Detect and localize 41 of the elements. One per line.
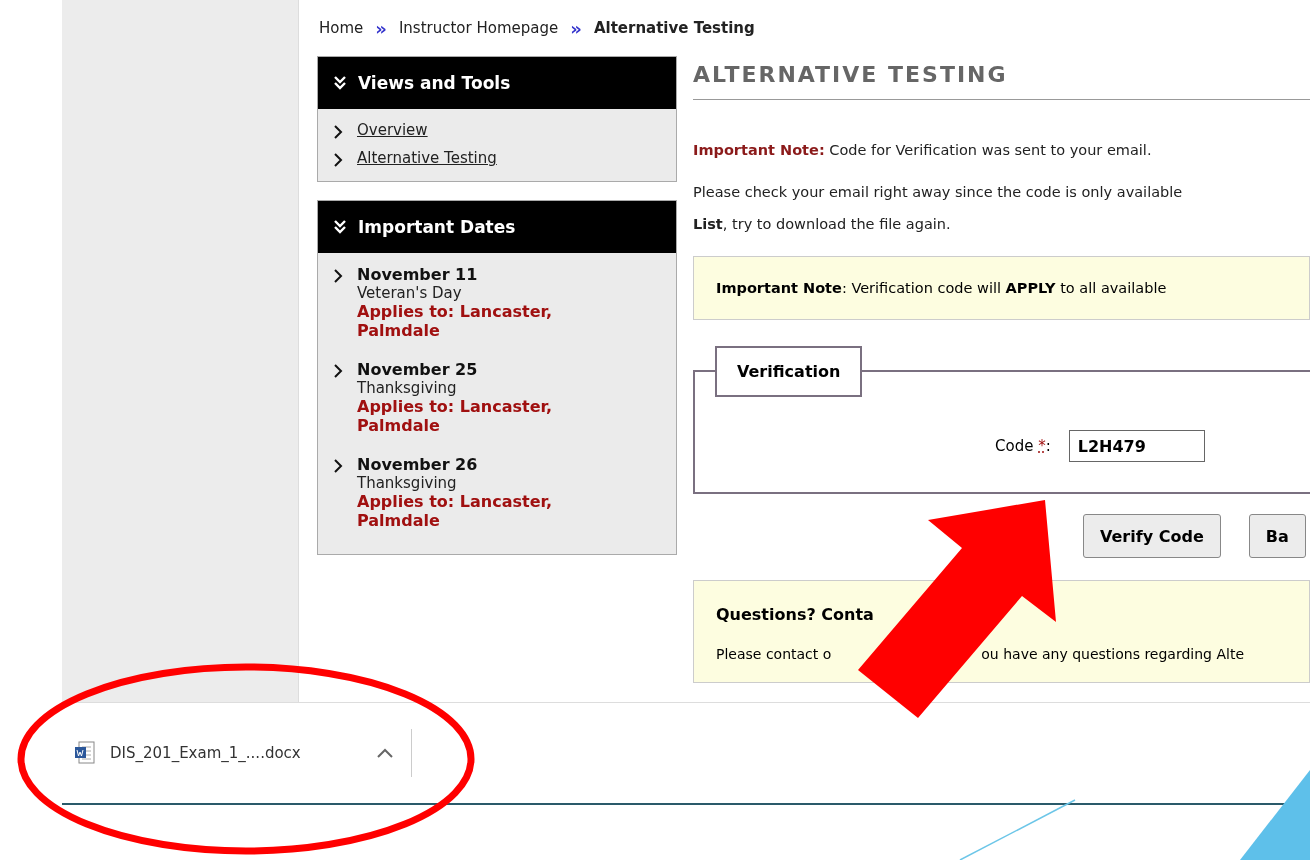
- instructions-text: Please check your email right away since the code is only available List, try to download the file again.: [693, 183, 1184, 234]
- breadcrumb-link[interactable]: Instructor Homepage: [398, 19, 559, 37]
- sidebar-link[interactable]: Overview: [357, 121, 428, 139]
- double-chevron-icon: [334, 76, 346, 90]
- chevron-icon: [334, 125, 343, 139]
- breadcrumb-link[interactable]: Home: [319, 19, 364, 37]
- date-event: Veteran's Day: [357, 284, 463, 302]
- breadcrumb-separator: »: [375, 17, 387, 39]
- contact-heading: Questions? Conta: [716, 605, 875, 624]
- download-item[interactable]: DIS_201_Exam_1_....docx: [62, 729, 412, 778]
- chevron-icon: [334, 364, 343, 378]
- chevron-icon: [334, 459, 343, 473]
- double-chevron-icon: [334, 220, 346, 234]
- date-campuses: Applies to: Lancaster, Palmdale: [357, 492, 554, 530]
- date-event: Thanksgiving: [357, 379, 458, 397]
- document-icon: [74, 741, 96, 766]
- breadcrumb-link[interactable]: Alternative Testing: [593, 19, 755, 37]
- code-label: Code *:: [995, 437, 1051, 455]
- contact-text: Please contact o: [716, 646, 832, 662]
- form-button[interactable]: Verify Code: [1083, 514, 1221, 558]
- code-input[interactable]: L2H479: [1068, 430, 1205, 462]
- download-filename: DIS_201_Exam_1_....docx: [110, 744, 302, 763]
- date-campuses: Applies to: Lancaster, Palmdale: [357, 397, 554, 435]
- verification-note: Important Note: Code for Verification was sent to your email.: [693, 141, 1153, 160]
- breadcrumb-separator: »: [570, 17, 582, 39]
- fieldset-legend: Verification: [715, 346, 863, 397]
- contact-text: ou have any questions regarding Alte: [981, 646, 1244, 662]
- date-event: Thanksgiving: [357, 474, 458, 492]
- date-title: November 26: [357, 455, 479, 474]
- form-button[interactable]: Ba: [1248, 514, 1306, 558]
- date-title: November 25: [357, 360, 479, 379]
- date-campuses: Applies to: Lancaster, Palmdale: [357, 302, 554, 340]
- page-title: ALTERNATIVE TESTING: [693, 56, 1310, 100]
- panel-title: Views and Tools: [358, 73, 511, 93]
- panel-title: Important Dates: [358, 217, 516, 237]
- sidebar-link[interactable]: Alternative Testing: [357, 149, 497, 167]
- chevron-icon: [334, 269, 343, 283]
- chevron-icon: [334, 153, 343, 167]
- date-title: November 11: [357, 265, 479, 284]
- notice-text: Important Note: Verification code will APPLY to all available: [716, 280, 1167, 296]
- caret-up-icon[interactable]: [377, 748, 393, 759]
